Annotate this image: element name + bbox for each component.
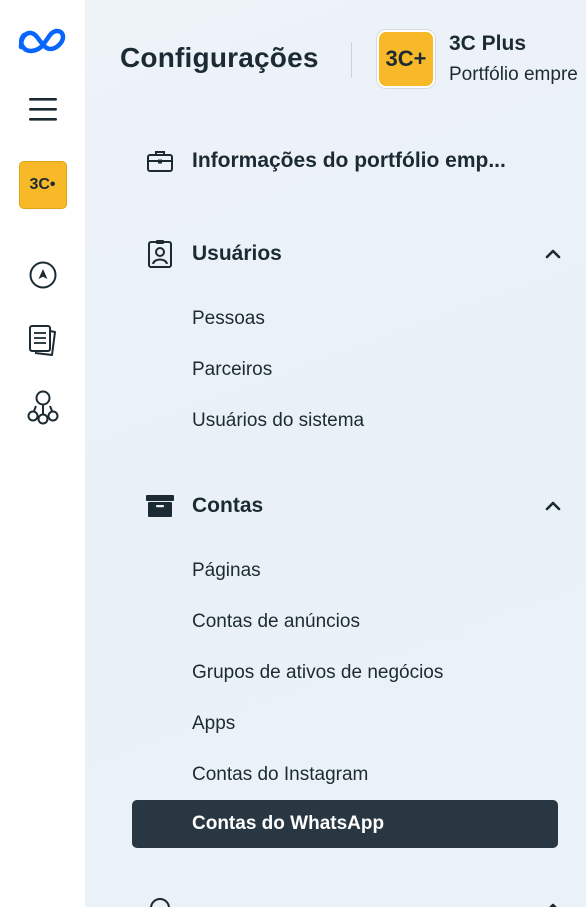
nav-item-pages[interactable]: Páginas <box>192 551 261 591</box>
nav-item-system-users[interactable]: Usuários do sistema <box>192 401 364 441</box>
nav-item-people[interactable]: Pessoas <box>192 299 265 339</box>
account-switcher[interactable]: 3C• <box>0 160 85 210</box>
settings-panel: Configurações 3C+ 3C Plus Portfólio empr… <box>85 0 586 907</box>
meta-logo-icon[interactable] <box>0 22 85 58</box>
section-users[interactable]: Usuários <box>145 234 565 274</box>
nav-item-whatsapp-accounts-label: Contas do WhatsApp <box>192 813 385 834</box>
account-logo: 3C• <box>18 161 67 209</box>
business-name: 3C Plus <box>449 32 527 55</box>
business-logo-text: 3C+ <box>385 46 427 71</box>
section-users-label: Usuários <box>192 242 282 265</box>
nav-item-whatsapp-accounts[interactable]: Contas do WhatsApp <box>132 800 558 848</box>
nav-item-partners[interactable]: Parceiros <box>192 350 272 390</box>
header-divider <box>351 42 352 78</box>
section-accounts-label: Contas <box>192 494 264 517</box>
navigate-icon[interactable] <box>0 258 85 292</box>
business-subtitle: Portfólio empre <box>449 64 578 85</box>
nav-item-business-asset-groups[interactable]: Grupos de ativos de negócios <box>192 653 443 693</box>
pages-icon[interactable] <box>0 322 85 358</box>
nav-item-ad-accounts[interactable]: Contas de anúncios <box>192 602 360 642</box>
archive-box-icon <box>145 491 175 521</box>
id-badge-icon <box>145 239 175 269</box>
nav-item-apps[interactable]: Apps <box>192 704 235 744</box>
data-source-icon <box>145 893 175 907</box>
chevron-up-icon[interactable] <box>541 494 565 518</box>
section-accounts[interactable]: Contas <box>145 486 565 526</box>
briefcase-icon <box>145 146 175 176</box>
account-logo-text: 3C• <box>29 176 56 193</box>
section-business-info[interactable]: Informações do portfólio emp... <box>145 141 565 181</box>
business-logo[interactable]: 3C+ <box>377 30 435 88</box>
section-business-info-label: Informações do portfólio emp... <box>192 149 506 172</box>
chevron-up-icon[interactable] <box>541 242 565 266</box>
page-title: Configurações <box>120 42 319 73</box>
chevron-up-icon[interactable] <box>541 896 565 907</box>
section-data-sources[interactable] <box>145 888 565 907</box>
business-network-icon[interactable] <box>0 388 85 426</box>
nav-item-instagram-accounts[interactable]: Contas do Instagram <box>192 755 368 795</box>
left-navigation-rail: 3C• <box>0 0 85 907</box>
hamburger-menu-icon[interactable] <box>0 94 85 124</box>
